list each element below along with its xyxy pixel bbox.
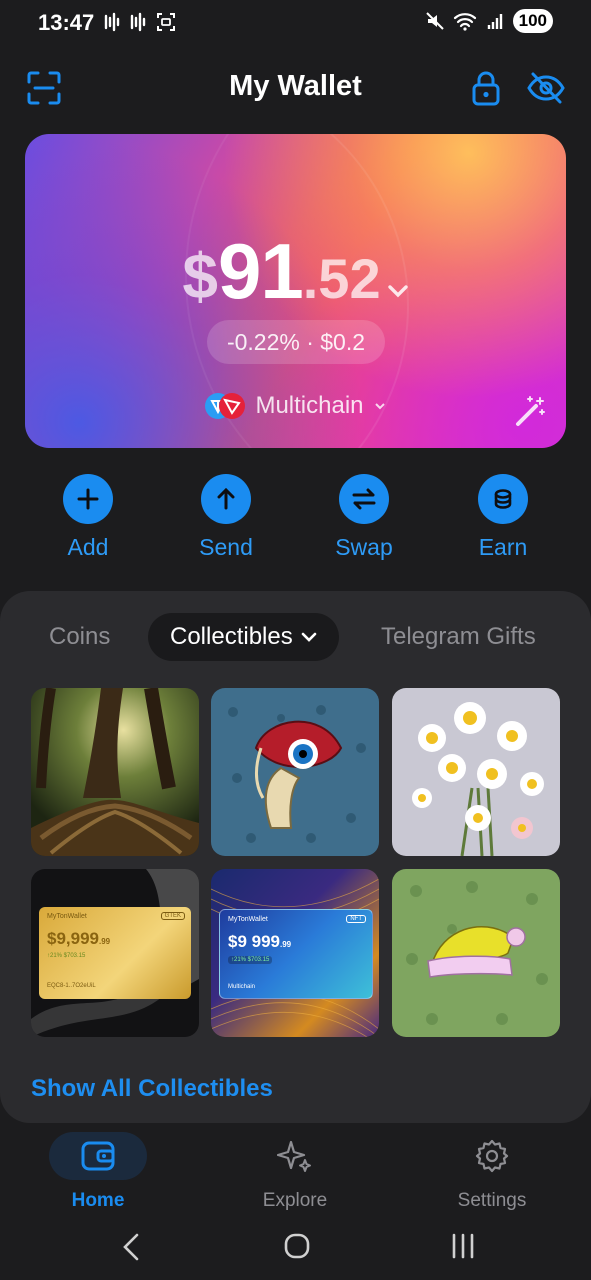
card-chain: Multichain (228, 984, 256, 990)
card-brand: MyTonWallet (47, 913, 87, 920)
screenshot-icon (157, 13, 175, 31)
lock-button[interactable] (464, 66, 508, 110)
card-amount-cents: .99 (280, 940, 292, 949)
chevron-down-icon (301, 632, 317, 642)
collectible-daisies[interactable] (392, 688, 560, 856)
mute-icon (425, 12, 444, 30)
plus-icon (63, 474, 113, 524)
collectible-gold-card[interactable]: MyTonWallet GTEK $9,999.99 ↑21% $703.15 … (31, 869, 199, 1037)
card-tag: NFT (346, 915, 366, 923)
tron-logo-icon (219, 393, 246, 419)
gold-card-face: MyTonWallet GTEK $9,999.99 ↑21% $703.15 … (39, 907, 191, 999)
wifi-icon (453, 13, 476, 31)
card-delta: ↑21% $703.15 (47, 953, 86, 959)
chevron-down-icon (387, 283, 409, 304)
balance-currency: $ (182, 240, 218, 312)
nav-explore[interactable]: Explore (235, 1132, 355, 1212)
balance-decimal: .52 (302, 247, 381, 310)
collectible-forest[interactable] (31, 688, 199, 856)
forest-nft-image (31, 688, 199, 856)
arrow-up-icon (201, 474, 251, 524)
balance-card[interactable]: $91.52 -0.22% · $0.2 Multichain (25, 134, 566, 448)
send-label: Send (199, 534, 253, 560)
back-icon[interactable] (120, 1232, 142, 1262)
chain-logos (205, 393, 246, 419)
tab-telegram-gifts[interactable]: Telegram Gifts (381, 613, 536, 661)
status-bar: 13:47 100 (0, 0, 591, 44)
wallet-actions: Add Send Swap Earn (0, 474, 591, 564)
signal-activity-icon (130, 12, 146, 32)
status-system-icons: 100 (425, 9, 553, 33)
hide-balance-button[interactable] (524, 66, 568, 110)
swap-label: Swap (335, 534, 393, 560)
assets-panel: Coins Collectibles Telegram Gifts MyTonW… (0, 591, 591, 1123)
blue-card-face: MyTonWallet NFT $9 999.99 ↑21% $703.15 M… (219, 909, 373, 999)
add-label: Add (67, 534, 109, 560)
collectible-santa-hat[interactable] (392, 869, 560, 1037)
status-time: 13:47 (38, 10, 95, 35)
chain-selector[interactable]: Multichain (25, 392, 566, 420)
card-amount-cents: .99 (99, 937, 111, 946)
send-button[interactable]: Send (166, 474, 286, 561)
lock-icon (472, 71, 500, 106)
total-balance[interactable]: $91.52 (25, 226, 566, 317)
daisies-nft-image (392, 688, 560, 856)
home-circle-icon[interactable] (283, 1232, 311, 1260)
sparkle-icon (246, 1132, 344, 1180)
card-tag: GTEK (160, 912, 185, 920)
battery-indicator: 100 (512, 9, 553, 33)
balance-change-badge: -0.22% · $0.2 (207, 320, 385, 364)
status-notification-icons (104, 12, 176, 32)
card-brand: MyTonWallet (228, 916, 268, 923)
asset-tabs: Coins Collectibles Telegram Gifts (0, 613, 591, 661)
card-address: EQC8-1..7O2eUiL (47, 983, 96, 989)
stack-icon (478, 474, 528, 524)
top-bar: My Wallet (0, 60, 591, 116)
earn-label: Earn (478, 534, 528, 560)
card-customize-button[interactable] (512, 394, 548, 435)
chevron-down-icon (374, 403, 385, 410)
tab-collectibles[interactable]: Collectibles (148, 613, 339, 661)
nav-settings[interactable]: Settings (432, 1132, 552, 1212)
collectible-blue-card[interactable]: MyTonWallet NFT $9 999.99 ↑21% $703.15 M… (211, 869, 379, 1037)
chain-label: Multichain (255, 392, 364, 419)
tab-coins[interactable]: Coins (49, 613, 110, 661)
card-delta: ↑21% $703.15 (228, 956, 273, 964)
wallet-icon (49, 1132, 147, 1180)
bottom-navigation: Home Explore Settings (0, 1124, 591, 1214)
swap-icon (339, 474, 389, 524)
mushroom-nft-image (211, 688, 379, 856)
tab-collectibles-label: Collectibles (170, 623, 293, 650)
nav-home-label: Home (71, 1190, 125, 1211)
card-amount-integer: $9,999 (47, 929, 99, 948)
nav-settings-label: Settings (457, 1190, 527, 1211)
eye-off-icon (527, 72, 565, 104)
balance-integer: 91 (217, 227, 304, 315)
recents-icon[interactable] (450, 1232, 476, 1260)
show-all-collectibles-link[interactable]: Show All Collectibles (31, 1075, 273, 1103)
collectible-mushroom[interactable] (211, 688, 379, 856)
card-amount-integer: $9 999 (228, 932, 280, 951)
nav-explore-label: Explore (262, 1190, 328, 1211)
card-amount: $9,999.99 (47, 929, 110, 949)
add-button[interactable]: Add (28, 474, 148, 561)
nav-home[interactable]: Home (38, 1132, 158, 1212)
cell-signal-icon (487, 14, 502, 29)
card-amount: $9 999.99 (228, 932, 291, 952)
swap-button[interactable]: Swap (304, 474, 424, 561)
santa-hat-nft-image (392, 869, 560, 1037)
signal-activity-icon (104, 12, 120, 32)
magic-wand-icon (516, 396, 545, 426)
earn-button[interactable]: Earn (443, 474, 563, 561)
system-navigation-bar (0, 1218, 591, 1278)
gear-icon (443, 1132, 541, 1180)
